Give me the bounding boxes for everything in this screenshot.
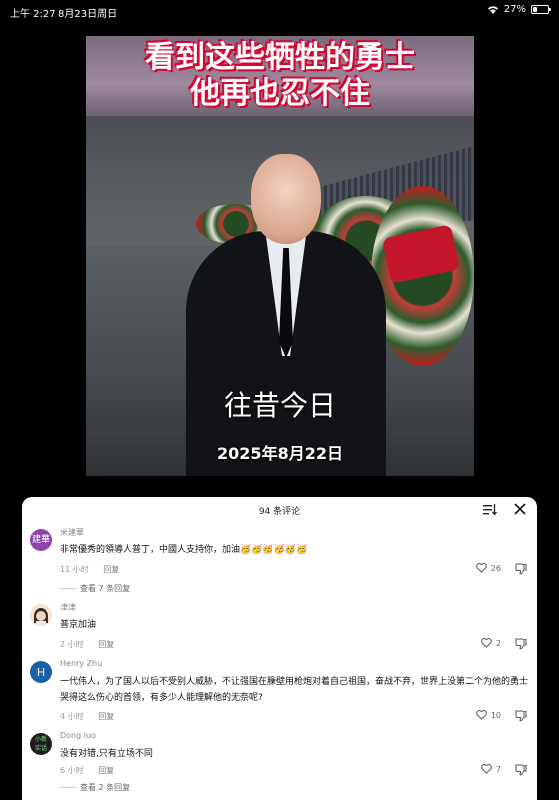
comment-item: 小新 实话 Dong luo 没有对错,只有立场不同 6 小时 回复 7 查看 … [22, 731, 537, 799]
like-count: 7 [495, 764, 501, 774]
thumbs-down-icon[interactable] [515, 638, 527, 650]
thumbs-down-icon[interactable] [515, 710, 527, 722]
video-date-caption: 2025年8月22日 [217, 444, 343, 463]
close-icon[interactable] [514, 503, 526, 515]
thumbs-down-icon[interactable] [515, 563, 527, 575]
comment-meta: 11 小时 回复 [60, 564, 119, 575]
comment-username[interactable]: Henry Zhu [60, 659, 102, 668]
avatar-girl-icon [30, 604, 52, 626]
person-head [251, 154, 321, 244]
comment-text-body: 非常優秀的領導人普丁，中國人支持你，加油 [60, 545, 241, 555]
battery-icon [531, 5, 551, 14]
wifi-icon [487, 5, 498, 14]
status-bar: 上午 2:27 8月23日周日 27% [0, 0, 559, 22]
comment-meta: 6 小时 回复 [60, 765, 114, 776]
comment-time: 4 小时 [60, 712, 84, 721]
like-count: 2 [495, 638, 501, 648]
like-button[interactable]: 10 [476, 710, 501, 720]
status-time: 上午 2:27 [10, 9, 56, 20]
comment-emojis: 🥳🥳🥳🥳🥳🥳 [240, 545, 308, 555]
avatar[interactable]: 小新 实话 [30, 733, 52, 755]
comment-time: 11 小时 [60, 565, 89, 574]
video-overlay-title: 看到这些牺牲的勇士 他再也忍不住 [86, 40, 474, 112]
comment-text: 普京加油 [60, 620, 97, 630]
like-button[interactable]: 26 [476, 563, 501, 573]
reply-button[interactable]: 回复 [98, 712, 114, 721]
status-date: 8月23日周日 [58, 9, 118, 20]
comment-time: 6 小时 [60, 766, 84, 775]
comment-meta: 4 小时 回复 [60, 711, 114, 722]
comment-meta: 2 小时 回复 [60, 639, 114, 650]
heart-icon [481, 764, 492, 774]
comment-text: 一代伟人，为了国人以后不受别人威胁，不让强国在臊壁用枪炮对着自己祖国，奋战不弃，… [60, 677, 529, 703]
like-count: 26 [490, 563, 501, 573]
avatar[interactable]: 建華 [30, 529, 52, 551]
like-count: 10 [490, 710, 501, 720]
comment-text: 没有对错,只有立场不同 [60, 749, 153, 759]
battery-fill [533, 7, 537, 12]
avatar[interactable] [30, 604, 52, 626]
heart-icon [476, 710, 487, 720]
battery-percent: 27% [503, 4, 526, 15]
comments-panel: 94 条评论 建華 米建華 非常優秀的領導人普丁，中國人支持你，加油🥳🥳🥳🥳🥳🥳… [22, 497, 537, 800]
heart-icon [481, 638, 492, 648]
comment-text: 非常優秀的領導人普丁，中國人支持你，加油🥳🥳🥳🥳🥳🥳 [60, 542, 500, 558]
comment-time: 2 小时 [60, 640, 84, 649]
video-title-line1: 看到这些牺牲的勇士 [145, 40, 415, 75]
heart-icon [476, 563, 487, 573]
comment-username[interactable]: 米建華 [60, 527, 84, 538]
video-caption: 往昔今日 [223, 389, 336, 422]
video-player[interactable]: 看到这些牺牲的勇士 他再也忍不住 往昔今日 2025年8月22日 [86, 36, 474, 476]
comment-item: H Henry Zhu 一代伟人，为了国人以后不受别人威胁，不让强国在臊壁用枪炮… [22, 659, 537, 727]
reply-button[interactable]: 回复 [98, 766, 114, 775]
expand-replies[interactable]: 查看 2 条回复 [60, 782, 130, 793]
comment-item: 津津 普京加油 2 小时 回复 2 [22, 602, 537, 652]
status-right: 27% [487, 4, 551, 15]
avatar[interactable]: H [30, 661, 52, 683]
comment-count: 94 条评论 [258, 507, 301, 517]
comment-item: 建華 米建華 非常優秀的領導人普丁，中國人支持你，加油🥳🥳🥳🥳🥳🥳 11 小时 … [22, 527, 537, 595]
reply-button[interactable]: 回复 [103, 565, 119, 574]
sort-icon[interactable] [483, 504, 497, 516]
video-title-line2: 他再也忍不住 [190, 76, 370, 111]
reply-button[interactable]: 回复 [98, 640, 114, 649]
comment-username[interactable]: Dong luo [60, 731, 96, 740]
like-button[interactable]: 7 [481, 764, 501, 774]
comment-username[interactable]: 津津 [60, 602, 76, 613]
thumbs-down-icon[interactable] [515, 764, 527, 776]
comments-header: 94 条评论 [22, 497, 537, 523]
expand-replies[interactable]: 查看 7 条回复 [60, 583, 130, 594]
like-button[interactable]: 2 [481, 638, 501, 648]
